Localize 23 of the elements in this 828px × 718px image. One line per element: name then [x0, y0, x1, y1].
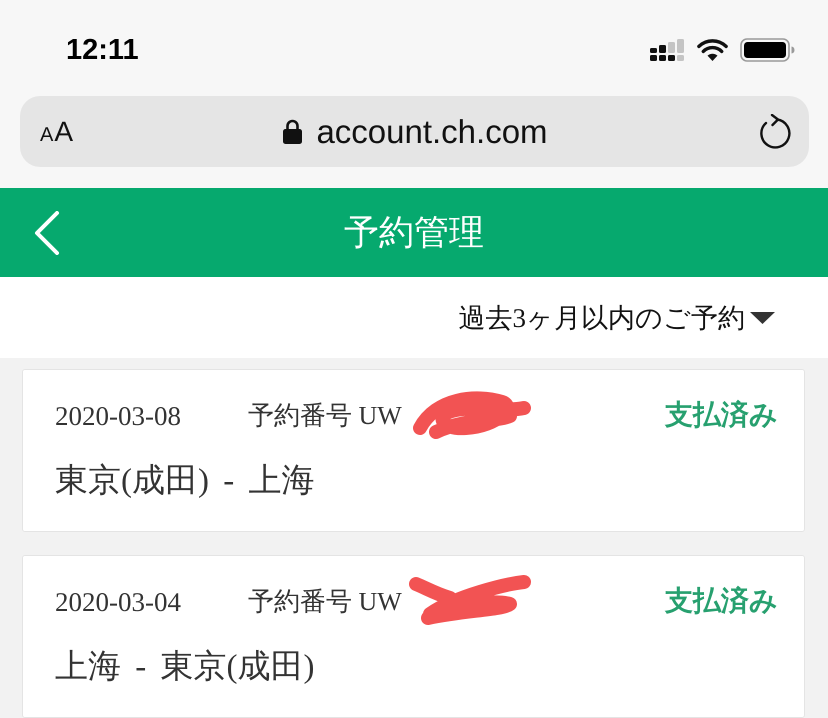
route-text: 上海 - 東京(成田) — [55, 648, 314, 687]
text-size-button[interactable]: AA — [40, 118, 74, 146]
period-filter-dropdown[interactable]: 過去3ヶ月以内のご予約 — [458, 300, 775, 336]
status-time: 12:11 — [66, 33, 139, 68]
reservation-date: 2020-03-08 — [55, 401, 182, 431]
payment-status: 支払済み — [665, 585, 778, 619]
payment-status: 支払済み — [665, 399, 778, 433]
signal-icon — [650, 39, 685, 61]
reservation-card[interactable]: 2020-03-04 予約番号 UW 支払済み 上海 - 東京(成田) — [22, 555, 805, 718]
address-bar[interactable]: AA account.ch.com — [20, 96, 809, 167]
wifi-icon — [697, 39, 728, 61]
reservation-date: 2020-03-04 — [55, 587, 182, 617]
route-text: 東京(成田) - 上海 — [55, 462, 314, 501]
reservation-number: 予約番号 UW — [248, 401, 402, 431]
lock-icon — [283, 119, 302, 144]
page-title: 予約管理 — [344, 212, 485, 254]
url-text[interactable]: account.ch.com — [316, 112, 548, 152]
battery-icon — [740, 38, 795, 62]
caret-icon — [750, 312, 775, 324]
reservation-number: 予約番号 UW — [248, 587, 402, 617]
chevron-left-icon[interactable] — [34, 210, 60, 254]
reload-icon[interactable] — [757, 114, 791, 150]
reservation-card[interactable]: 2020-03-08 予約番号 UW 支払済み 東京(成田) - 上海 — [22, 369, 805, 532]
